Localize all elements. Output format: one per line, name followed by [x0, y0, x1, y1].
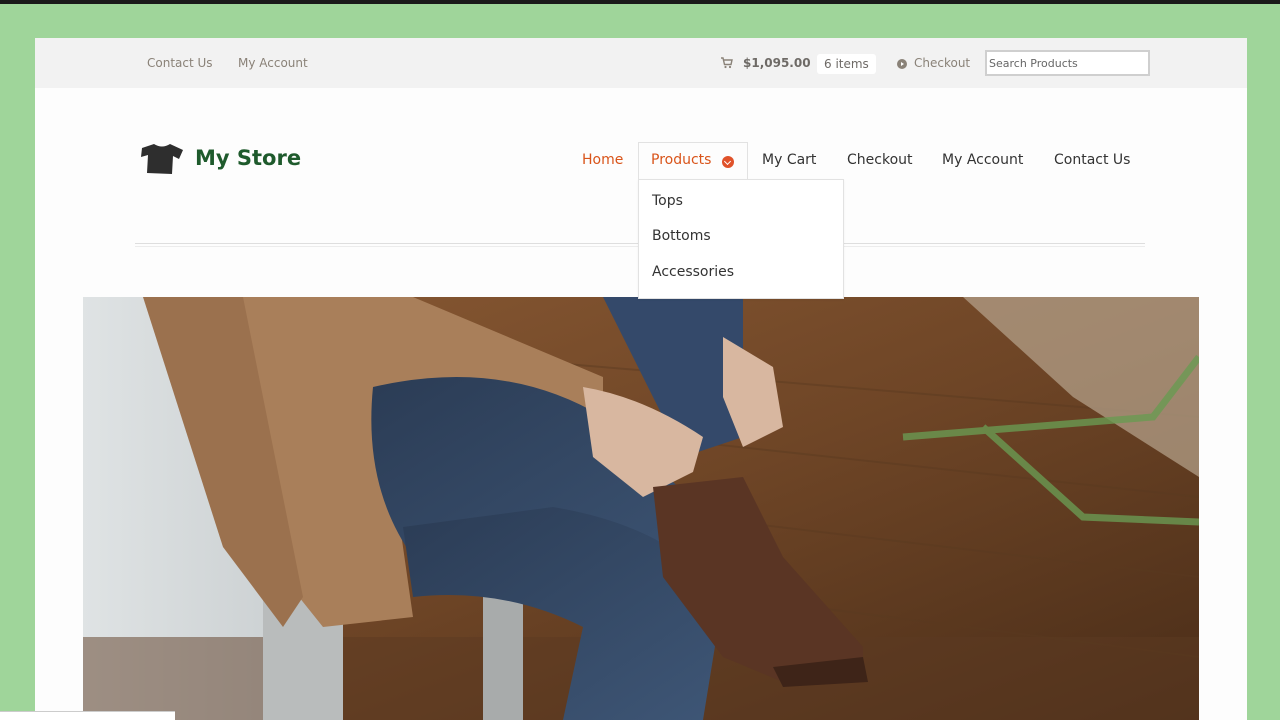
- nav-contact-us[interactable]: Contact Us: [1054, 152, 1130, 168]
- hero-image: [83, 297, 1199, 720]
- search-input[interactable]: [985, 50, 1150, 76]
- products-dropdown: Tops Bottoms Accessories: [638, 179, 844, 299]
- chevron-down-icon[interactable]: [722, 156, 734, 168]
- window-frame: [0, 0, 1280, 4]
- arrow-circle-icon: [897, 59, 907, 69]
- nav-checkout[interactable]: Checkout: [847, 152, 913, 168]
- logo-text[interactable]: My Store: [195, 146, 301, 170]
- nav-my-account[interactable]: My Account: [942, 152, 1023, 168]
- top-contact-link[interactable]: Contact Us: [147, 56, 213, 70]
- cart-icon[interactable]: [721, 57, 733, 69]
- dropdown-item-bottoms[interactable]: Bottoms: [652, 228, 711, 244]
- dropdown-item-tops[interactable]: Tops: [652, 193, 683, 209]
- top-checkout-link[interactable]: Checkout: [914, 56, 970, 70]
- cart-total[interactable]: $1,095.00: [743, 56, 811, 70]
- dropdown-item-accessories[interactable]: Accessories: [652, 264, 734, 280]
- cart-items-badge[interactable]: 6 items: [817, 54, 876, 74]
- status-bar: [0, 711, 175, 720]
- nav-my-cart[interactable]: My Cart: [762, 152, 816, 168]
- store-page: Contact Us My Account $1,095.00 6 items …: [35, 38, 1247, 720]
- nav-products[interactable]: Products: [651, 152, 711, 168]
- tshirt-icon[interactable]: [139, 142, 185, 176]
- top-bar: Contact Us My Account $1,095.00 6 items …: [35, 38, 1247, 88]
- top-account-link[interactable]: My Account: [238, 56, 308, 70]
- nav-home[interactable]: Home: [582, 152, 623, 168]
